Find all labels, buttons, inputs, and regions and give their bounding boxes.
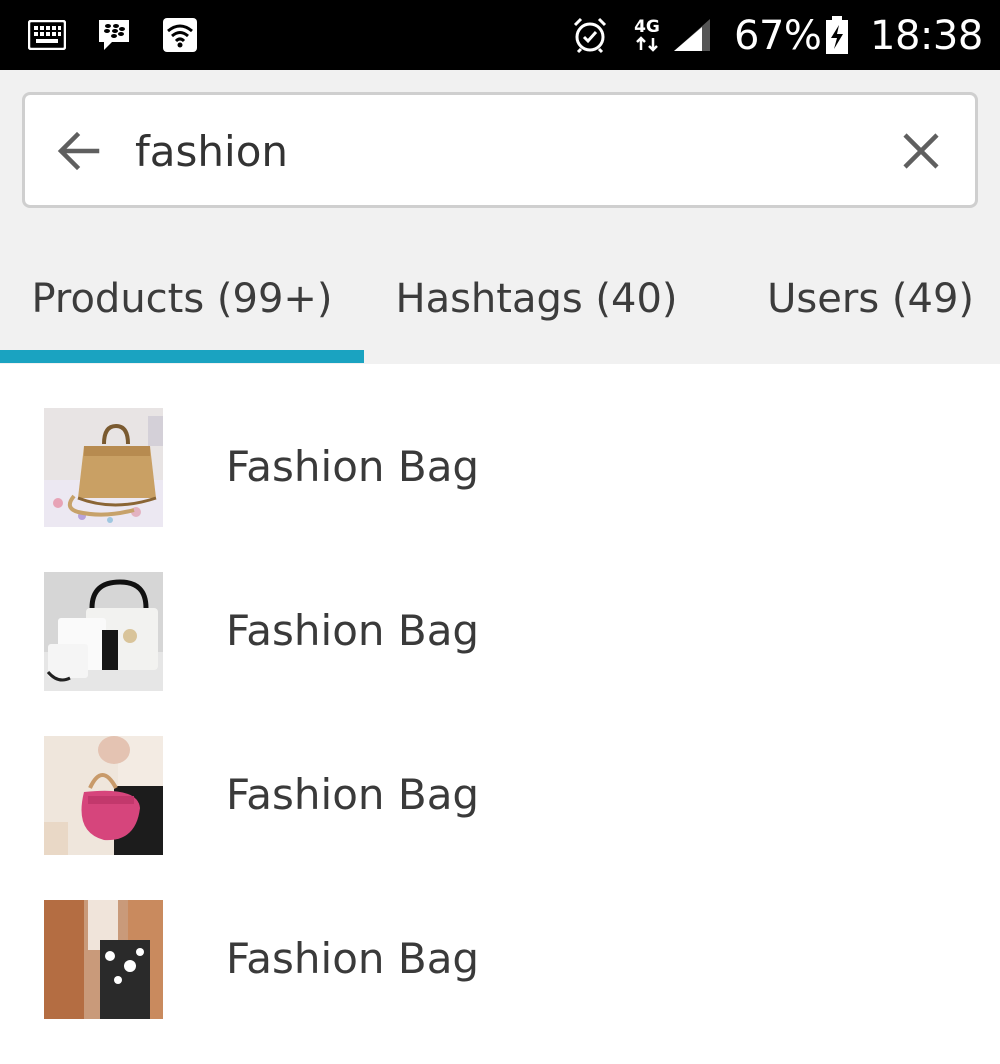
list-item[interactable]: Fashion Bag: [0, 900, 1000, 1064]
product-name: Fashion Bag: [226, 606, 480, 655]
back-button[interactable]: [53, 125, 105, 177]
product-name: Fashion Bag: [226, 770, 480, 819]
active-tab-indicator: [0, 350, 364, 363]
list-item[interactable]: Fashion Bag: [0, 736, 1000, 900]
product-thumbnail: [44, 408, 163, 527]
signal-icon: [672, 0, 712, 70]
search-bar: [22, 92, 978, 208]
pink-handbag-photo: [44, 736, 163, 855]
floral-handbag-photo: [44, 900, 163, 1019]
network-4g-icon: 4G: [630, 0, 664, 70]
close-icon: [903, 133, 939, 169]
wifi-icon: [162, 0, 198, 70]
battery-charging-icon: [824, 0, 850, 70]
tab-products[interactable]: Products (99+): [0, 262, 364, 362]
battery-percent: 67%: [734, 13, 822, 59]
clock: 18:38: [870, 13, 983, 59]
tab-hashtags-label: Hashtags (40): [395, 276, 678, 322]
product-name: Fashion Bag: [226, 442, 480, 491]
network-4g-label: 4G: [634, 17, 660, 37]
search-header: Products (99+) Hashtags (40) Users (49): [0, 70, 1000, 364]
tan-handbag-photo: [44, 408, 163, 527]
list-item[interactable]: Fashion Bag: [0, 408, 1000, 572]
list-item[interactable]: Fashion Bag: [0, 572, 1000, 736]
product-thumbnail: [44, 900, 163, 1019]
tab-products-label: Products (99+): [31, 276, 333, 322]
status-bar: 4G 67% 18:38: [0, 0, 1000, 70]
product-thumbnail: [44, 736, 163, 855]
keyboard-icon: [28, 0, 66, 70]
white-handbag-set-photo: [44, 572, 163, 691]
search-input[interactable]: [135, 115, 875, 187]
clear-search-button[interactable]: [895, 125, 947, 177]
product-thumbnail: [44, 572, 163, 691]
arrow-left-icon: [57, 131, 100, 171]
tab-users[interactable]: Users (49): [709, 262, 1000, 362]
blackberry-icon: [96, 0, 132, 70]
alarm-icon: [572, 0, 608, 70]
product-name: Fashion Bag: [226, 934, 480, 983]
tab-users-label: Users (49): [767, 276, 974, 322]
tab-hashtags[interactable]: Hashtags (40): [364, 262, 709, 362]
